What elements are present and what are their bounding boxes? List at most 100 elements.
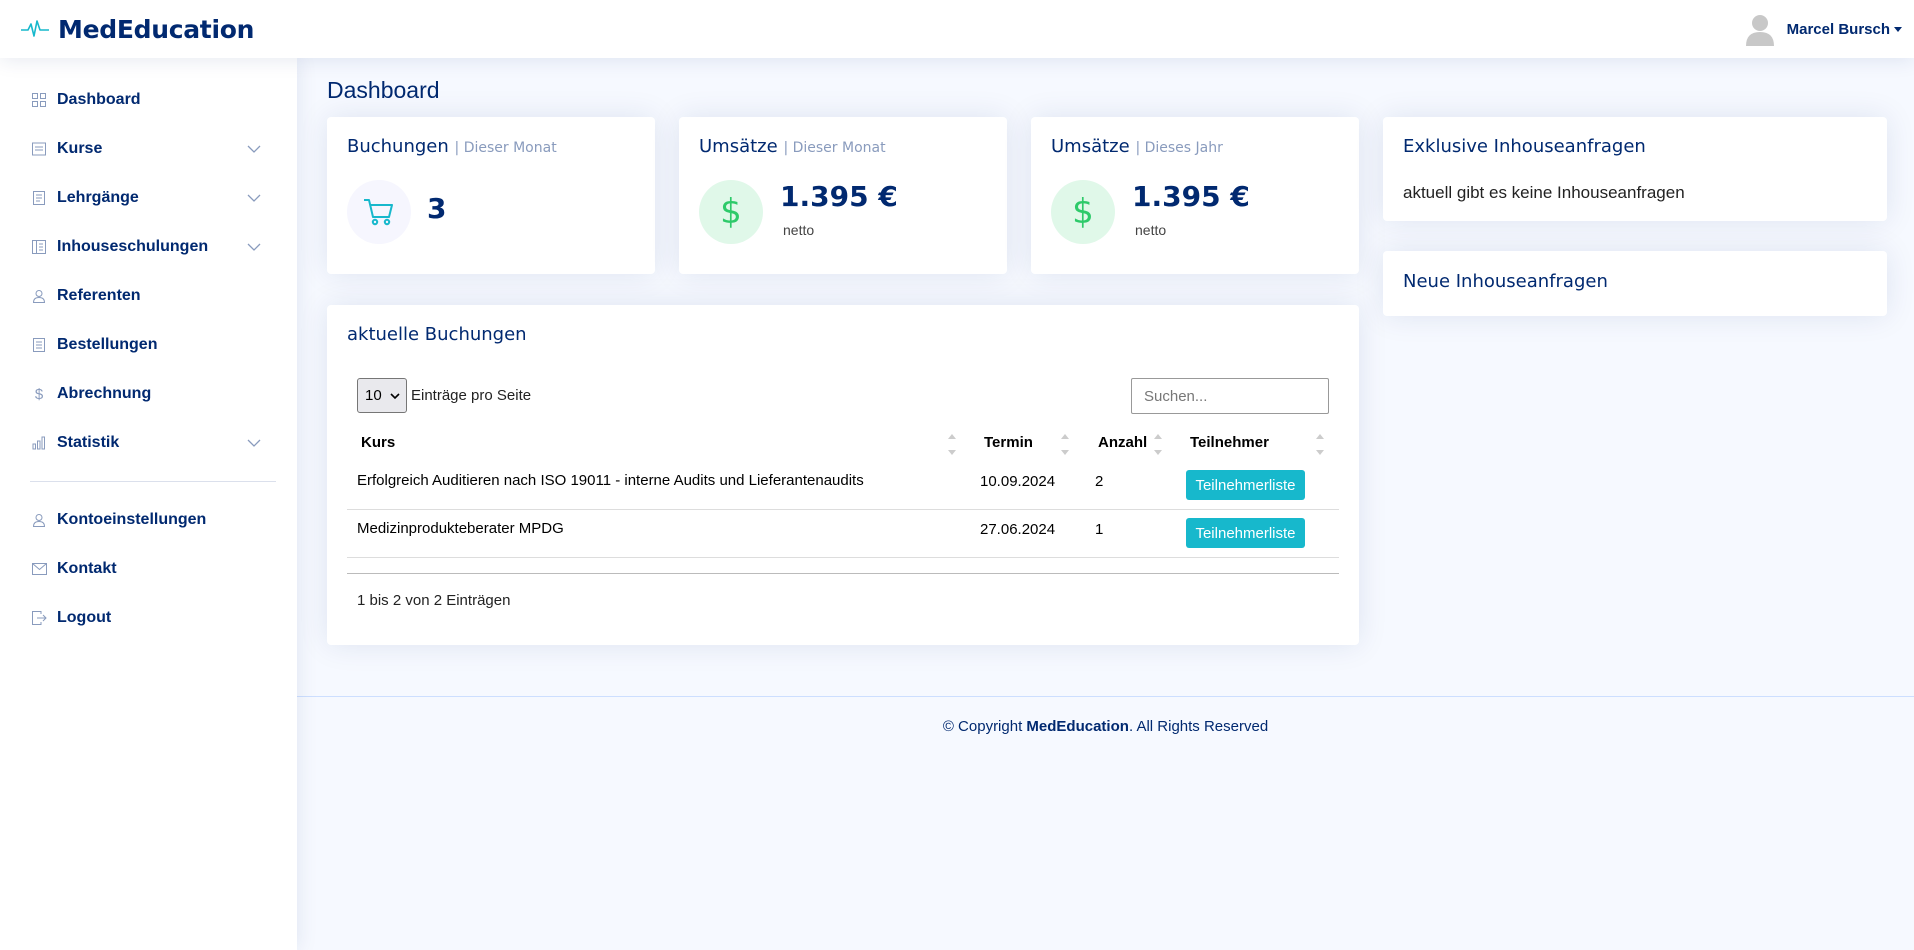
table-cell-count: 1 bbox=[1095, 521, 1104, 538]
card-title-main: Umsätze bbox=[699, 136, 778, 157]
sidebar-item-label: Bestellungen bbox=[57, 336, 158, 353]
user-name: Marcel Bursch bbox=[1786, 20, 1890, 38]
logo[interactable]: MedEducation bbox=[20, 15, 254, 44]
sidebar-item-statistik[interactable]: Statistik bbox=[0, 423, 297, 463]
footer-divider bbox=[297, 696, 1914, 697]
sort-icon[interactable] bbox=[1153, 434, 1163, 456]
card-title: Neue Inhouseanfragen bbox=[1403, 271, 1608, 292]
card-title-main: Buchungen bbox=[347, 136, 449, 157]
revenue-year-value: 1.395 € bbox=[1132, 180, 1250, 213]
box-arrow-right-icon bbox=[31, 610, 47, 626]
table-cell-date: 10.09.2024 bbox=[980, 473, 1056, 490]
sidebar-item-referenten[interactable]: Referenten bbox=[0, 276, 297, 316]
revenue-year-note: netto bbox=[1135, 222, 1167, 238]
exclusive-requests-card: Exklusive Inhouseanfragen aktuell gibt e… bbox=[1383, 117, 1887, 221]
table-cell-course: Medizinprodukteberater MPDG bbox=[357, 520, 564, 537]
person-icon bbox=[31, 288, 47, 304]
sidebar-item-kurse[interactable]: Kurse bbox=[0, 129, 297, 169]
sidebar-item-label: Logout bbox=[57, 609, 112, 626]
dollar-icon-circle: $ bbox=[699, 180, 763, 244]
layout-text-icon bbox=[31, 239, 47, 255]
dollar-icon-circle: $ bbox=[1051, 180, 1115, 244]
card-title: aktuelle Buchungen bbox=[347, 324, 527, 345]
sort-icon[interactable] bbox=[947, 434, 957, 456]
card-subtitle: | Dieser Monat bbox=[454, 140, 557, 156]
card-title: Umsätze | Dieses Jahr bbox=[1051, 136, 1223, 157]
bookings-count: 3 bbox=[427, 192, 447, 225]
table-cell-course: Erfolgreich Auditieren nach ISO 19011 - … bbox=[357, 472, 864, 489]
user-menu[interactable]: Marcel Bursch bbox=[1743, 12, 1902, 46]
card-subtitle: | Dieser Monat bbox=[783, 140, 886, 156]
revenue-month-value: 1.395 € bbox=[780, 180, 898, 213]
column-header-termin[interactable]: Termin bbox=[984, 434, 1033, 451]
table-cell-count: 2 bbox=[1095, 473, 1104, 490]
column-header-kurs[interactable]: Kurs bbox=[361, 434, 395, 451]
sidebar-item-logout[interactable]: Logout bbox=[0, 598, 297, 638]
per-page-select[interactable]: 10 bbox=[357, 378, 407, 413]
sidebar-item-kontakt[interactable]: Kontakt bbox=[0, 549, 297, 589]
table-info: 1 bis 2 von 2 Einträgen bbox=[357, 592, 511, 609]
bookings-card: Buchungen | Dieser Monat 3 bbox=[327, 117, 655, 274]
dollar-icon: $ bbox=[720, 192, 742, 232]
grid-icon bbox=[31, 92, 47, 108]
journal-icon bbox=[31, 141, 47, 157]
sidebar-item-label: Dashboard bbox=[57, 91, 141, 108]
column-header-teilnehmer[interactable]: Teilnehmer bbox=[1190, 434, 1269, 451]
chevron-down-icon bbox=[390, 393, 400, 400]
journal-text-icon bbox=[31, 190, 47, 206]
sidebar-item-label: Referenten bbox=[57, 287, 141, 304]
per-page-value: 10 bbox=[365, 387, 382, 404]
sidebar-item-abrechnung[interactable]: $ Abrechnung bbox=[0, 374, 297, 414]
sort-icon[interactable] bbox=[1315, 434, 1325, 456]
cart-icon-circle bbox=[347, 180, 411, 244]
sidebar-item-label: Abrechnung bbox=[57, 385, 152, 402]
envelope-icon bbox=[31, 561, 47, 577]
search-input[interactable] bbox=[1131, 378, 1329, 414]
sidebar-item-bestellungen[interactable]: Bestellungen bbox=[0, 325, 297, 365]
sidebar-item-inhouseschulungen[interactable]: Inhouseschulungen bbox=[0, 227, 297, 267]
sidebar-item-lehrgaenge[interactable]: Lehrgänge bbox=[0, 178, 297, 218]
per-page-label: Einträge pro Seite bbox=[411, 387, 532, 404]
sidebar-item-label: Inhouseschulungen bbox=[57, 238, 209, 255]
bar-chart-icon bbox=[31, 435, 47, 451]
card-title: Umsätze | Dieser Monat bbox=[699, 136, 886, 157]
revenue-year-card: Umsätze | Dieses Jahr $ 1.395 € netto bbox=[1031, 117, 1359, 274]
sidebar-item-label: Kurse bbox=[57, 140, 103, 157]
sidebar-divider bbox=[30, 481, 276, 482]
chevron-down-icon bbox=[247, 145, 261, 153]
copyright-brand: MedEducation bbox=[1026, 718, 1129, 735]
sidebar-item-kontoeinstellungen[interactable]: Kontoeinstellungen bbox=[0, 500, 297, 540]
sidebar: Dashboard Kurse Lehrgänge Inhouseschulun… bbox=[0, 58, 297, 950]
dollar-icon: $ bbox=[34, 385, 44, 403]
heart-pulse-icon bbox=[21, 20, 49, 37]
sidebar-item-dashboard[interactable]: Dashboard bbox=[0, 80, 297, 120]
receipt-icon bbox=[31, 337, 47, 353]
avatar bbox=[1743, 12, 1777, 46]
sidebar-item-label: Statistik bbox=[57, 434, 120, 451]
participant-list-button[interactable]: Teilnehmerliste bbox=[1186, 470, 1305, 500]
revenue-month-note: netto bbox=[783, 222, 815, 238]
person-avatar-icon bbox=[1745, 15, 1774, 46]
chevron-down-icon bbox=[247, 439, 261, 447]
row-divider bbox=[347, 557, 1339, 558]
page-title: Dashboard bbox=[327, 77, 440, 103]
cart-icon bbox=[364, 199, 393, 226]
sidebar-item-label: Kontakt bbox=[57, 560, 117, 577]
sort-icon[interactable] bbox=[1060, 434, 1070, 456]
copyright-prefix: © Copyright bbox=[942, 718, 1027, 735]
column-header-anzahl[interactable]: Anzahl bbox=[1098, 434, 1147, 451]
sidebar-item-label: Kontoeinstellungen bbox=[57, 511, 207, 528]
dollar-icon: $ bbox=[1072, 192, 1094, 232]
card-title: Buchungen | Dieser Monat bbox=[347, 136, 557, 157]
card-title: Exklusive Inhouseanfragen bbox=[1403, 136, 1646, 157]
revenue-month-card: Umsätze | Dieser Monat $ 1.395 € netto bbox=[679, 117, 1007, 274]
card-subtitle: | Dieses Jahr bbox=[1135, 140, 1223, 156]
table-cell-date: 27.06.2024 bbox=[980, 521, 1056, 538]
copyright: © Copyright MedEducation. All Rights Res… bbox=[297, 718, 1914, 735]
person-icon bbox=[31, 512, 47, 528]
no-requests-text: aktuell gibt es keine Inhouseanfragen bbox=[1403, 183, 1685, 202]
participant-list-button[interactable]: Teilnehmerliste bbox=[1186, 518, 1305, 548]
top-header: MedEducation Marcel Bursch bbox=[0, 0, 1914, 58]
caret-down-icon bbox=[1894, 26, 1902, 32]
logo-text: MedEducation bbox=[58, 14, 255, 44]
